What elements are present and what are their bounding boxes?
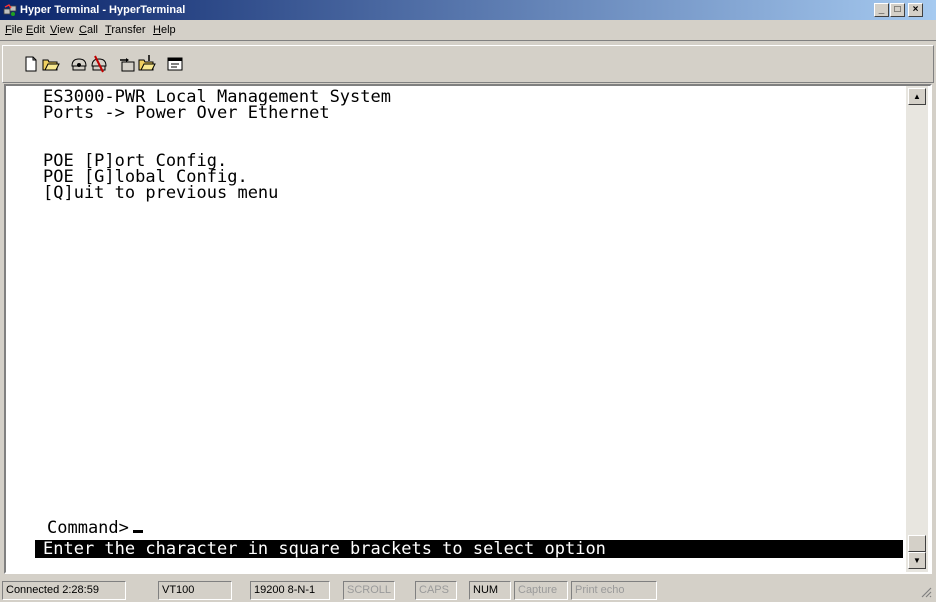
open-icon[interactable] (41, 54, 61, 74)
disconnect-icon[interactable] (89, 54, 109, 74)
menu-transfer-label: ransfer (111, 24, 146, 36)
send-icon[interactable] (117, 54, 137, 74)
connection-time: Connected 2:28:59 (2, 581, 126, 600)
caps-lock-indicator: CAPS (415, 581, 457, 600)
menu-call-label: all (86, 24, 98, 36)
terminal-status-message: Enter the character in square brackets t… (35, 540, 903, 558)
hyperterminal-app-icon[interactable] (3, 3, 17, 17)
command-prompt-line: Command> (47, 518, 143, 538)
properties-icon[interactable] (165, 54, 185, 74)
emulation-type: VT100 (158, 581, 232, 600)
text-cursor (132, 530, 143, 533)
print-echo-indicator: Print echo (571, 581, 657, 600)
port-settings: 19200 8-N-1 (250, 581, 330, 600)
scroll-up-button[interactable]: ▲ (908, 88, 926, 105)
scroll-down-button[interactable]: ▼ (908, 552, 926, 569)
menu-file[interactable]: File (5, 24, 23, 36)
menu-call[interactable]: Call (79, 24, 98, 36)
close-button[interactable]: × (908, 3, 923, 17)
toolbar (0, 40, 936, 86)
window-title: Hyper Terminal - HyperTerminal (20, 4, 186, 16)
menu-file-label: ile (11, 24, 23, 36)
num-lock-indicator: NUM (469, 581, 511, 600)
menu-help[interactable]: Help (153, 24, 176, 36)
new-icon[interactable] (21, 54, 41, 74)
menu-bar: File Edit View Call Transfer Help (0, 20, 936, 40)
menu-help-accel: H (153, 24, 161, 36)
vertical-scrollbar[interactable]: ▲ ▼ (906, 86, 928, 572)
scroll-lock-indicator: SCROLL (343, 581, 395, 600)
menu-help-label: elp (160, 24, 176, 36)
menu-edit-label: dit (33, 24, 45, 36)
menu-view-label: iew (57, 24, 74, 36)
maximize-button[interactable]: □ (890, 3, 905, 17)
terminal-screen[interactable]: ES3000-PWR Local Management System Ports… (10, 86, 906, 566)
title-bar: Hyper Terminal - HyperTerminal _ □ × (0, 0, 936, 20)
menu-file-accel: F (5, 24, 12, 36)
terminal-line-breadcrumb: Ports -> Power Over Ethernet (43, 103, 330, 123)
menu-option-quit: [Q]uit to previous menu (43, 183, 279, 203)
terminal-frame: ES3000-PWR Local Management System Ports… (4, 84, 932, 574)
menu-edit[interactable]: Edit (26, 24, 45, 36)
toolbar-panel (2, 45, 934, 83)
menu-transfer[interactable]: Transfer (105, 24, 146, 36)
connect-icon[interactable] (69, 54, 89, 74)
receive-icon[interactable] (137, 54, 157, 74)
command-prompt: Command> (47, 518, 129, 538)
status-bar: Connected 2:28:59 VT100 19200 8-N-1 SCRO… (0, 578, 936, 602)
capture-indicator: Capture (514, 581, 568, 600)
menu-view[interactable]: View (50, 24, 74, 36)
resize-grip-icon[interactable] (920, 586, 932, 598)
minimize-button[interactable]: _ (874, 3, 889, 17)
scrollbar-thumb[interactable] (908, 535, 926, 552)
menu-call-accel: C (79, 24, 87, 36)
